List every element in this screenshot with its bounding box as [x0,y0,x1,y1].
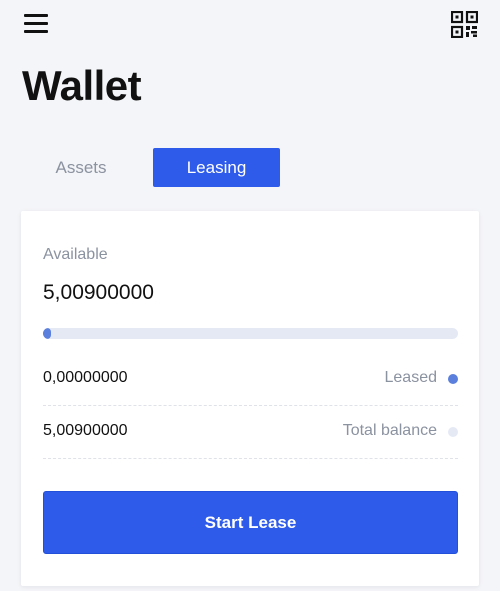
total-balance-dot-icon [448,427,458,437]
leased-dot-icon [448,374,458,384]
qr-code-icon[interactable] [450,10,479,39]
hamburger-menu-icon[interactable] [24,13,48,33]
available-value: 5,00900000 [43,281,154,304]
tab-leasing[interactable]: Leasing [153,148,280,187]
total-balance-row: 5,00900000 Total balance [43,406,458,459]
wallet-screen: Wallet Assets Leasing Available 5,009000… [0,0,500,591]
available-label: Available [43,246,108,263]
total-balance-value: 5,00900000 [43,422,128,439]
start-lease-button[interactable]: Start Lease [43,491,458,554]
leased-label: Leased [384,369,438,386]
top-bar [0,0,500,50]
total-balance-label: Total balance [342,422,437,439]
leased-value: 0,00000000 [43,369,128,386]
wallet-tabs: Assets Leasing [0,148,500,188]
lease-progress-bar [43,328,458,339]
tab-assets[interactable]: Assets [40,148,122,187]
lease-progress-fill [43,328,52,339]
leased-row: 0,00000000 Leased [43,353,458,406]
page-title: Wallet [22,62,142,109]
leasing-card: Available 5,00900000 0,00000000 Leased 5… [21,211,479,586]
